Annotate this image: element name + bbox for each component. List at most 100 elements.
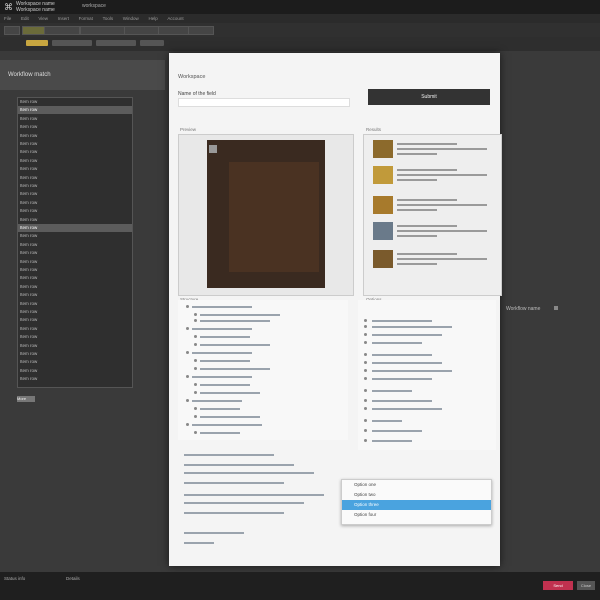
result-item[interactable] (373, 250, 495, 272)
left-list-item[interactable]: Item row (18, 140, 132, 148)
list-item-line[interactable] (372, 390, 412, 392)
tree-node-icon[interactable] (186, 375, 189, 378)
left-list-item[interactable]: Item row (18, 358, 132, 366)
tree-node-label[interactable] (192, 424, 262, 426)
form-field-line[interactable] (184, 512, 284, 514)
submit-button[interactable]: Submit (368, 89, 490, 105)
toolbar-button[interactable] (4, 26, 20, 35)
list-item-line[interactable] (372, 400, 432, 402)
left-list-item[interactable]: Item row (18, 132, 132, 140)
left-list-item[interactable]: Item row (18, 325, 132, 333)
left-list-item[interactable]: Item row (18, 316, 132, 324)
filter-pill[interactable] (140, 40, 164, 46)
tree-node-label[interactable] (192, 376, 252, 378)
dropdown-option[interactable]: Option four (342, 510, 491, 520)
menu-item[interactable]: Insert (58, 16, 69, 21)
list-item-line[interactable] (372, 320, 432, 322)
left-list-item[interactable]: Item row (18, 367, 132, 375)
left-list-item[interactable]: Item row (18, 115, 132, 123)
tree-node-label[interactable] (200, 368, 270, 370)
toolbar-button[interactable] (158, 26, 190, 35)
list-item-line[interactable] (372, 370, 452, 372)
left-list-item[interactable]: Item row (18, 199, 132, 207)
tree-node-icon[interactable] (194, 431, 197, 434)
toolbar-button[interactable] (44, 26, 80, 35)
menu-item[interactable]: File (4, 16, 11, 21)
tree-node-label[interactable] (200, 320, 270, 322)
form-field-line[interactable] (184, 494, 324, 496)
dropdown-option-selected[interactable]: Option three (342, 500, 491, 510)
left-list-item[interactable]: Item row (18, 148, 132, 156)
tree-node-label[interactable] (200, 344, 270, 346)
result-item[interactable] (373, 166, 495, 188)
menu-item[interactable]: View (38, 16, 48, 21)
tree-node-label[interactable] (200, 416, 260, 418)
active-filter-pill[interactable] (26, 40, 48, 46)
tree-node-icon[interactable] (194, 407, 197, 410)
send-button[interactable]: Send (543, 581, 573, 590)
left-list-item[interactable]: Item row (18, 258, 132, 266)
left-list-item[interactable]: Item row (18, 123, 132, 131)
name-input[interactable] (178, 98, 350, 107)
menu-item[interactable]: Window (123, 16, 139, 21)
tree-node-icon[interactable] (186, 399, 189, 402)
tree-node-label[interactable] (200, 392, 260, 394)
tree-node-icon[interactable] (186, 423, 189, 426)
toolbar-button[interactable] (188, 26, 214, 35)
list-item-line[interactable] (372, 362, 442, 364)
menu-item[interactable]: Tools (103, 16, 114, 21)
more-button[interactable]: More (17, 396, 35, 402)
left-list-item[interactable]: Item row (18, 207, 132, 215)
filter-pill[interactable] (96, 40, 136, 46)
left-list-item[interactable]: Item row (18, 350, 132, 358)
left-list-item[interactable]: Item row (18, 165, 132, 173)
left-list-item[interactable]: Item row (18, 241, 132, 249)
tree-node-label[interactable] (200, 360, 250, 362)
tree-node-label[interactable] (192, 400, 242, 402)
tree-node-icon[interactable] (194, 319, 197, 322)
left-list-item[interactable]: Item row (18, 291, 132, 299)
list-item-line[interactable] (372, 430, 422, 432)
list-item-line[interactable] (372, 420, 402, 422)
left-list-item[interactable]: Item row (18, 274, 132, 282)
left-list-item[interactable]: Item row (18, 216, 132, 224)
close-button[interactable]: Close (577, 581, 595, 590)
tree-node-icon[interactable] (194, 335, 197, 338)
tree-node-label[interactable] (200, 432, 240, 434)
tree-node-label[interactable] (192, 306, 252, 308)
left-list-item[interactable]: Item row (18, 182, 132, 190)
toolbar-button[interactable] (124, 26, 160, 35)
tree-node-icon[interactable] (186, 327, 189, 330)
list-item-line[interactable] (372, 354, 432, 356)
filter-pill[interactable] (52, 40, 92, 46)
result-item[interactable] (373, 140, 495, 162)
list-item-line[interactable] (372, 378, 432, 380)
form-field-line[interactable] (184, 532, 244, 534)
left-list-item[interactable]: Item row (18, 190, 132, 198)
result-item[interactable] (373, 196, 495, 218)
left-list-item[interactable]: Item row (18, 157, 132, 165)
settings-icon[interactable] (554, 306, 558, 310)
left-list-item[interactable]: Item row (18, 266, 132, 274)
left-list-item[interactable]: Item row (18, 224, 132, 232)
tree-node-icon[interactable] (186, 305, 189, 308)
form-field-line[interactable] (184, 472, 314, 474)
menu-item[interactable]: Edit (21, 16, 29, 21)
form-field-line[interactable] (184, 542, 214, 544)
form-field-line[interactable] (184, 464, 294, 466)
menu-item[interactable]: Format (79, 16, 93, 21)
form-field-line[interactable] (184, 454, 274, 456)
left-list-item[interactable]: Item row (18, 174, 132, 182)
left-list-item[interactable]: Item row (18, 232, 132, 240)
tree-node-icon[interactable] (186, 351, 189, 354)
form-field-line[interactable] (184, 502, 304, 504)
tree-node-label[interactable] (192, 328, 252, 330)
list-item-line[interactable] (372, 408, 442, 410)
tree-node-label[interactable] (200, 314, 280, 316)
tree-node-icon[interactable] (194, 359, 197, 362)
left-list-item[interactable]: Item row (18, 342, 132, 350)
toolbar-button[interactable] (80, 26, 126, 35)
result-item[interactable] (373, 222, 495, 244)
tree-node-icon[interactable] (194, 343, 197, 346)
dropdown-option[interactable]: Option two (342, 490, 491, 500)
